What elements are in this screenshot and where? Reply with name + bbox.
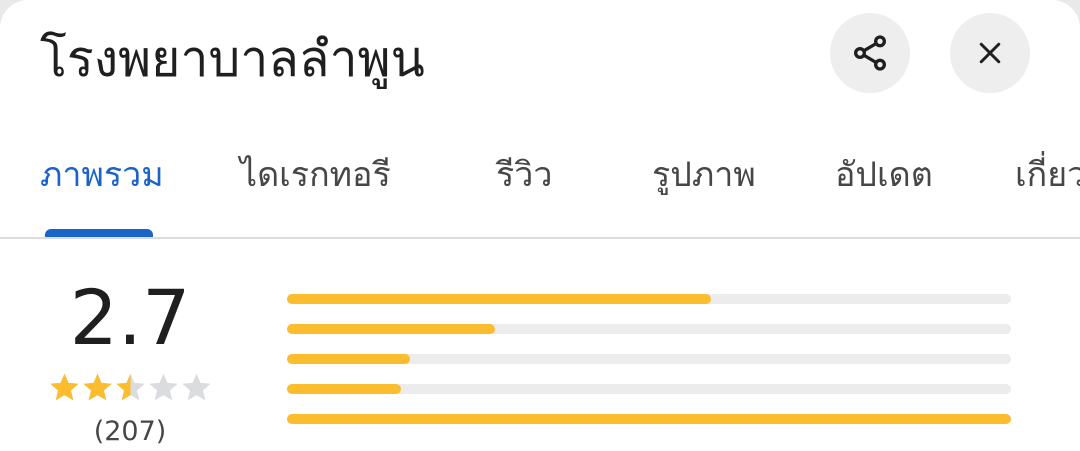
rating-bar-3-star xyxy=(287,354,1011,364)
rating-bar-fill xyxy=(287,354,411,364)
star-icon xyxy=(83,373,112,401)
rating-value: 2.7 xyxy=(69,273,191,362)
rating-stars xyxy=(48,370,213,406)
share-button[interactable] xyxy=(830,13,910,93)
place-title: โรงพยาบาลลำพูน xyxy=(40,30,425,88)
rating-bar-5-star xyxy=(287,294,1011,304)
tab-photos[interactable]: รูปภาพ xyxy=(652,152,756,198)
rating-bar-fill xyxy=(287,414,1011,424)
star-icon xyxy=(182,373,211,401)
tab-overview[interactable]: ภาพรวม xyxy=(40,152,164,198)
tab-divider xyxy=(0,237,1080,239)
place-sheet: โรงพยาบาลลำพูน ภาพรวม ไดเรกทอรี รีวิว รู… xyxy=(0,0,1080,451)
tab-bar: ภาพรวม ไดเรกทอรี รีวิว รูปภาพ อัปเดต เกี… xyxy=(0,140,1080,238)
tab-reviews[interactable]: รีวิว xyxy=(496,152,552,198)
share-icon xyxy=(854,35,886,71)
rating-bar-fill xyxy=(287,384,402,394)
star-icon xyxy=(116,373,145,401)
tab-updates[interactable]: อัปเดต xyxy=(835,152,933,198)
review-count[interactable]: (207) xyxy=(60,414,200,450)
star-icon xyxy=(50,373,79,401)
star-icon xyxy=(149,373,178,401)
close-button[interactable] xyxy=(950,13,1030,93)
tab-directory[interactable]: ไดเรกทอรี xyxy=(240,152,391,198)
rating-distribution xyxy=(287,294,1011,444)
rating-bar-2-star xyxy=(287,384,1011,394)
rating-bar-1-star xyxy=(287,414,1011,424)
rating-bar-fill xyxy=(287,324,495,334)
rating-bar-4-star xyxy=(287,324,1011,334)
rating-bar-fill xyxy=(287,294,711,304)
tab-about[interactable]: เกี่ยว xyxy=(1015,152,1080,198)
close-icon xyxy=(979,42,1001,64)
